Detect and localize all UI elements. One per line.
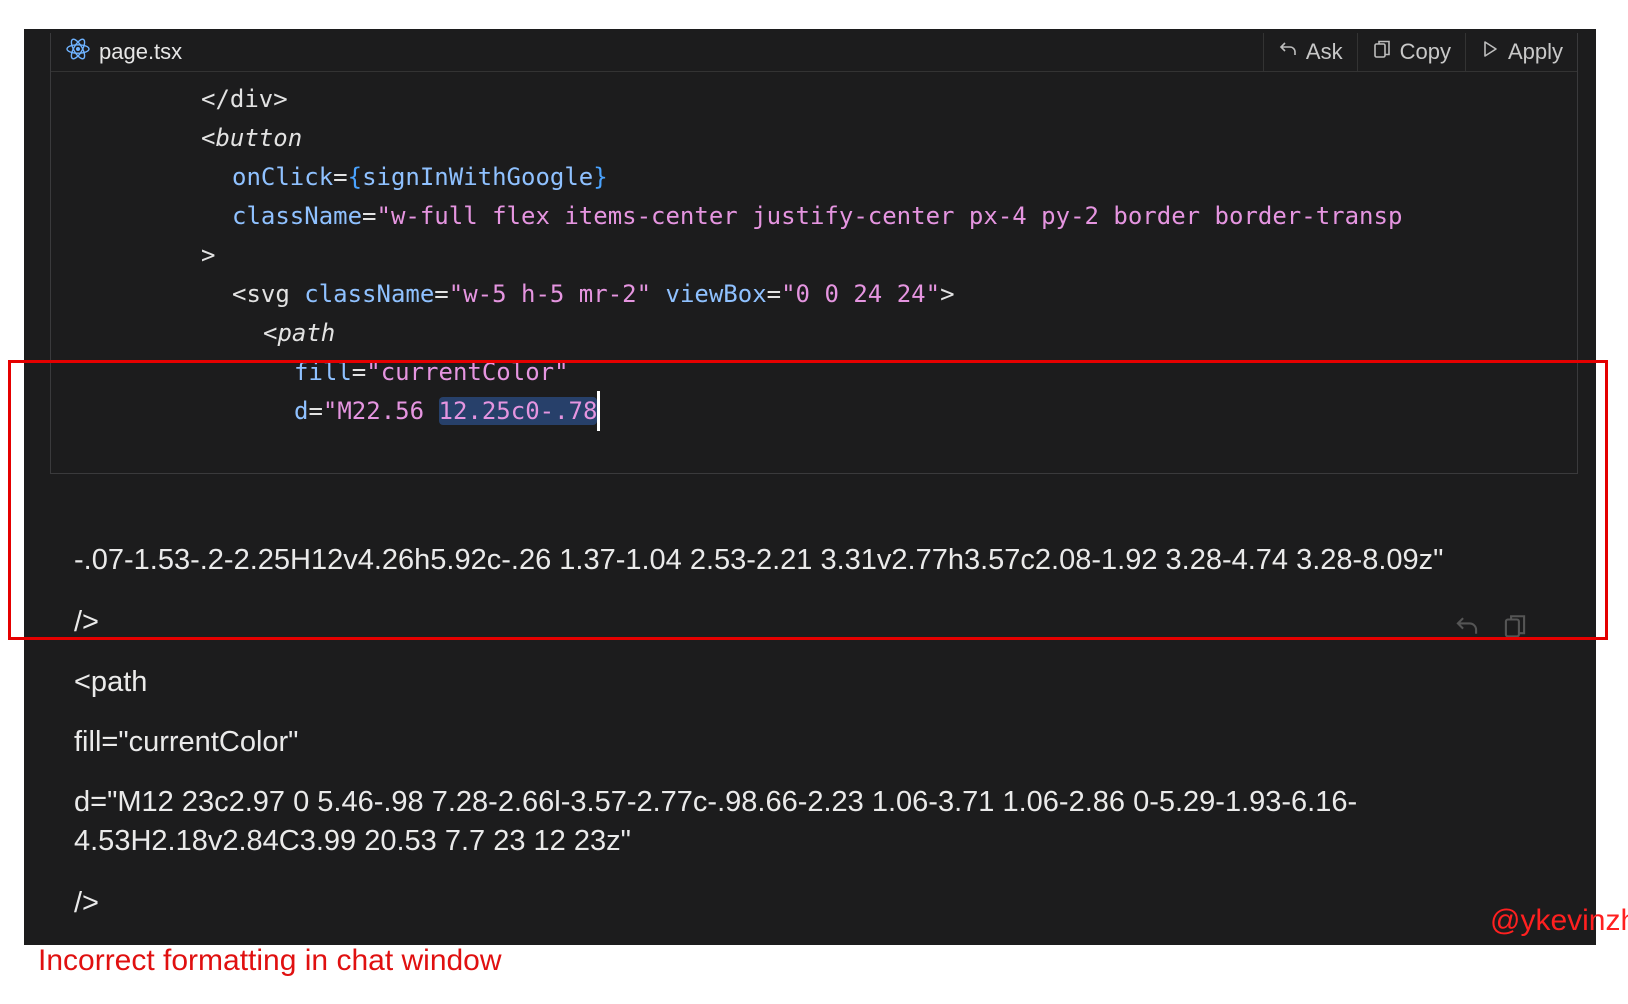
code-token: fill xyxy=(294,358,352,386)
code-block: page.tsx Ask Copy Apply </div> <button o… xyxy=(50,33,1578,474)
copy-icon xyxy=(1372,39,1392,65)
chat-window: page.tsx Ask Copy Apply </div> <button o… xyxy=(24,29,1596,945)
code-block-header: page.tsx Ask Copy Apply xyxy=(51,33,1577,72)
code-token: signInWithGoogle xyxy=(362,163,594,191)
code-content[interactable]: </div> <button onClick={signInWithGoogle… xyxy=(51,33,1577,431)
ask-button[interactable]: Ask xyxy=(1262,33,1357,71)
copy-icon[interactable] xyxy=(1502,613,1528,644)
text-caret xyxy=(597,391,601,431)
code-token: = xyxy=(766,280,782,308)
code-token: = xyxy=(362,202,377,230)
code-token: className xyxy=(304,280,435,308)
code-token: "0 0 24 24" xyxy=(781,280,941,308)
copy-button[interactable]: Copy xyxy=(1356,33,1465,71)
chat-text-line: d="M12 23c2.97 0 5.46-.98 7.28-2.66l-3.5… xyxy=(74,786,1358,818)
react-atom-icon xyxy=(65,36,91,68)
code-token: viewBox xyxy=(665,280,767,308)
chat-text-line: fill="currentColor" xyxy=(74,726,299,758)
code-token: = xyxy=(434,280,449,308)
code-token: > xyxy=(940,280,955,308)
code-token: <path xyxy=(263,319,336,347)
code-token: "M22.56 xyxy=(322,397,439,425)
chat-text-line: -.07-1.53-.2-2.25H12v4.26h5.92c-.26 1.37… xyxy=(74,544,1444,576)
code-token: { xyxy=(347,163,363,191)
selected-text[interactable]: 12.25c0-.78 xyxy=(438,397,598,425)
chat-text-line: 4.53H2.18v2.84C3.99 20.53 7.7 23 12 23z" xyxy=(74,825,631,857)
code-line: <svg className="w-5 h-5 mr-2" viewBox="0… xyxy=(232,274,955,314)
code-line: fill="currentColor" xyxy=(294,352,569,392)
code-token: "w-full flex items-center justify-center… xyxy=(376,202,1403,230)
chat-text-line: <path xyxy=(74,666,148,698)
file-tab[interactable]: page.tsx xyxy=(65,36,183,68)
code-line: <button xyxy=(201,118,302,158)
code-token: "currentColor" xyxy=(366,358,569,386)
play-icon xyxy=(1480,39,1500,65)
code-token: } xyxy=(593,163,608,191)
ask-label: Ask xyxy=(1305,39,1343,64)
file-name: page.tsx xyxy=(99,39,183,64)
code-line: d="M22.56 12.25c0-.78 xyxy=(294,391,601,431)
code-token: className xyxy=(232,202,363,230)
code-token: onClick xyxy=(232,163,334,191)
code-token: </div> xyxy=(201,85,288,113)
code-token: > xyxy=(201,241,216,269)
code-line: className="w-full flex items-center just… xyxy=(232,196,1402,236)
apply-label: Apply xyxy=(1507,39,1563,64)
code-token: = xyxy=(351,358,367,386)
code-token: <button xyxy=(201,124,303,152)
code-line: > xyxy=(201,235,215,275)
code-token: = xyxy=(333,163,348,191)
code-token: "w-5 h-5 mr-2" xyxy=(448,280,652,308)
message-actions xyxy=(1454,613,1528,644)
undo-arrow-icon[interactable] xyxy=(1454,613,1480,644)
code-token: <svg xyxy=(232,280,290,308)
annotation-caption: Incorrect formatting in chat window xyxy=(38,944,502,977)
apply-button[interactable]: Apply xyxy=(1464,33,1577,71)
copy-label: Copy xyxy=(1399,39,1451,64)
undo-arrow-icon xyxy=(1278,39,1298,65)
code-line: </div> xyxy=(201,79,288,119)
chat-text-line: /> xyxy=(74,606,99,638)
chat-text-line: /> xyxy=(74,887,99,919)
code-token: d xyxy=(294,397,309,425)
code-line: onClick={signInWithGoogle} xyxy=(232,157,608,197)
code-token: = xyxy=(308,397,323,425)
watermark-handle: @ykevinzhang xyxy=(1490,904,1628,937)
code-line: <path xyxy=(263,313,335,353)
